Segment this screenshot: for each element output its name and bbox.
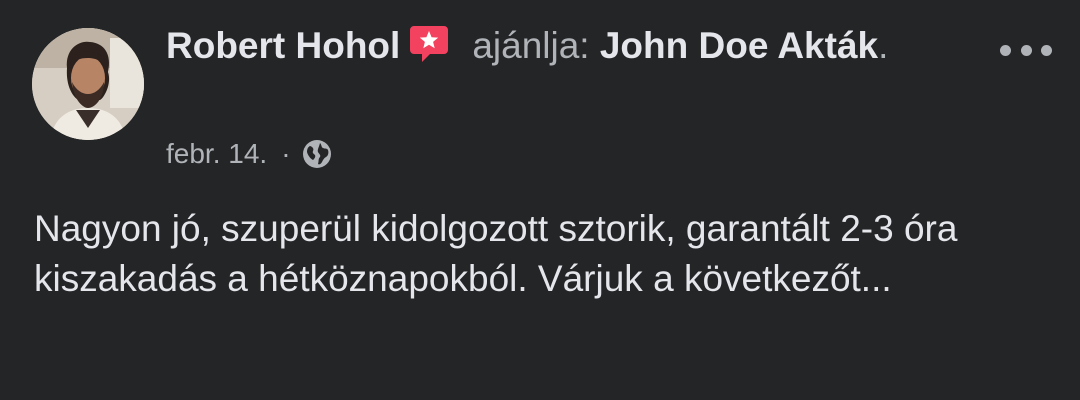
post-header: Robert Hohol ajánlja: John Doe Akták. [166, 22, 966, 70]
more-dot [1000, 44, 1011, 56]
more-dot [1041, 44, 1052, 56]
more-dot [1020, 44, 1032, 56]
more-options-icon[interactable] [1000, 38, 1052, 62]
author-name-link[interactable]: Robert Hohol [166, 25, 400, 66]
meta-separator: · [281, 138, 291, 169]
post-date-link[interactable]: febr. 14. [166, 134, 267, 174]
avatar-photo [32, 28, 144, 140]
author-avatar[interactable] [32, 28, 144, 140]
post-meta: febr. 14. · [166, 134, 333, 174]
globe-icon[interactable] [301, 138, 333, 170]
header-period: . [878, 25, 889, 66]
page-name-link[interactable]: John Doe Akták [600, 25, 878, 66]
recommend-action-text: ajánlja: [472, 25, 590, 66]
post-body-text: Nagyon jó, szuperül kidolgozott sztorik,… [34, 208, 958, 299]
recommend-icon [408, 22, 450, 64]
